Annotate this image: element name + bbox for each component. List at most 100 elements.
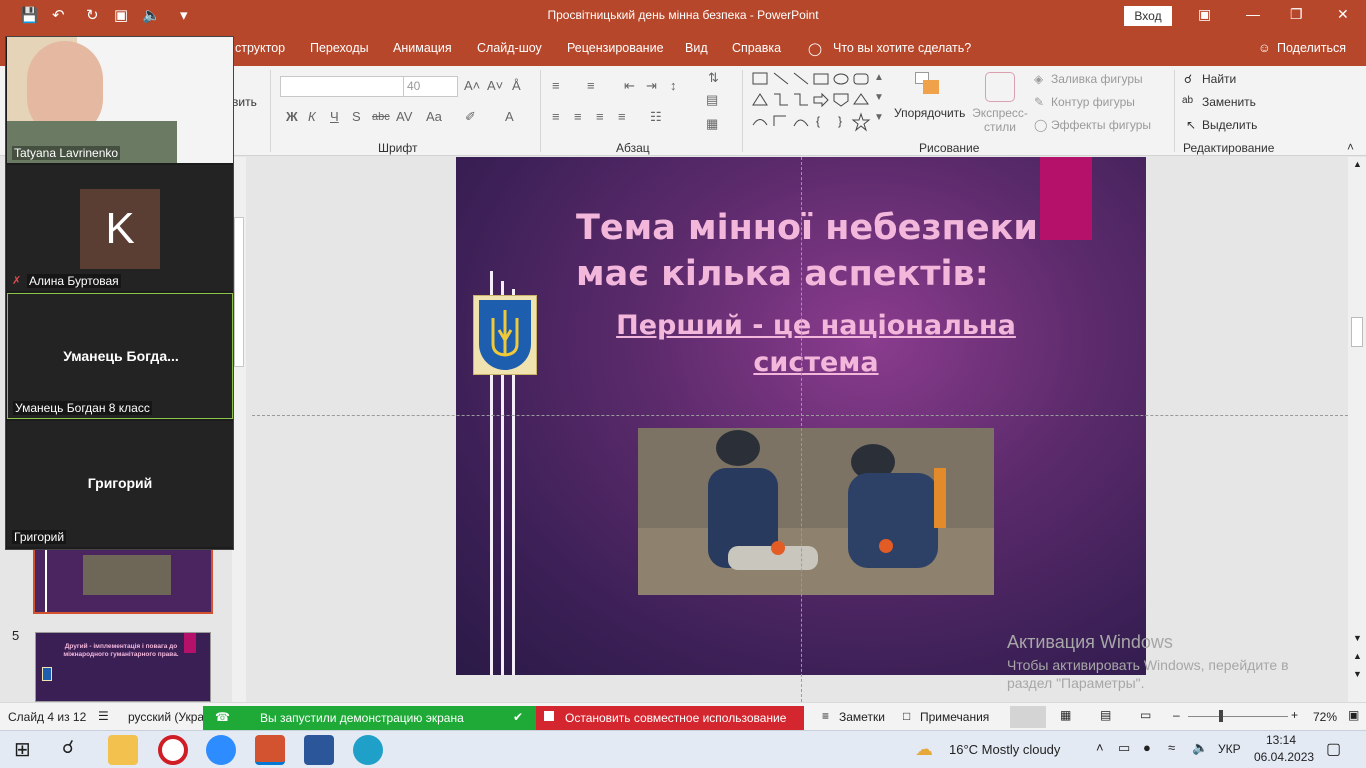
italic-icon[interactable]: К bbox=[308, 109, 316, 124]
tab-transitions[interactable]: Переходы bbox=[310, 41, 369, 55]
zoom-app-icon[interactable] bbox=[206, 735, 236, 765]
zoom-slider[interactable] bbox=[1188, 716, 1288, 717]
participant-tile-active[interactable]: Уманець Богда... Уманець Богдан 8 класс bbox=[7, 293, 233, 419]
slide-counter[interactable]: Слайд 4 из 12 bbox=[8, 710, 86, 724]
minimize-button[interactable]: — bbox=[1246, 6, 1260, 22]
shape-fill-button[interactable]: Заливка фигуры bbox=[1051, 72, 1143, 86]
bullets-icon[interactable]: ≡ bbox=[552, 78, 560, 93]
grow-font-icon[interactable]: A˄ bbox=[464, 78, 480, 93]
align-left-icon[interactable]: ≡ bbox=[552, 109, 560, 124]
arrange-button[interactable]: Упорядочить bbox=[894, 106, 965, 120]
normal-view-button[interactable] bbox=[1010, 706, 1046, 728]
explorer-app-icon[interactable] bbox=[108, 735, 138, 765]
strike-icon[interactable]: abc bbox=[372, 111, 390, 123]
line-spacing-icon[interactable]: ↕ bbox=[670, 78, 677, 93]
close-button[interactable]: ✕ bbox=[1337, 6, 1349, 23]
word-app-icon[interactable] bbox=[304, 735, 334, 765]
vertical-guide[interactable] bbox=[801, 157, 802, 702]
ribbon-display-icon[interactable]: ▣ bbox=[1198, 6, 1211, 23]
tab-slideshow[interactable]: Слайд-шоу bbox=[477, 41, 542, 55]
scroll-thumb[interactable] bbox=[1351, 317, 1363, 347]
windows-start-icon[interactable]: ⊞ bbox=[14, 737, 31, 762]
editor-scrollbar[interactable]: ▲ ▼ ▲ ▼ bbox=[1348, 157, 1366, 702]
share-button[interactable]: Поделиться bbox=[1277, 41, 1346, 55]
shapes-gallery[interactable]: { } bbox=[750, 70, 890, 132]
battery-icon[interactable]: ▭ bbox=[1118, 740, 1130, 756]
clock-date[interactable]: 06.04.2023 bbox=[1254, 750, 1314, 764]
shape-effects-button[interactable]: Эффекты фигуры bbox=[1051, 118, 1151, 132]
slide-4-thumbnail[interactable] bbox=[33, 547, 213, 614]
decrease-indent-icon[interactable]: ⇤ bbox=[624, 78, 635, 94]
input-language[interactable]: УКР bbox=[1218, 742, 1241, 756]
collapse-ribbon-icon[interactable]: ˄ bbox=[1347, 140, 1354, 154]
case-icon[interactable]: Aa bbox=[426, 109, 442, 124]
clear-format-icon[interactable]: Å bbox=[512, 78, 521, 93]
participant-tile[interactable]: Tatyana Lavrinenko bbox=[7, 37, 233, 163]
align-right-icon[interactable]: ≡ bbox=[596, 109, 604, 124]
shadow-icon[interactable]: S bbox=[352, 109, 361, 124]
smartart-icon[interactable]: ▦ bbox=[706, 116, 718, 132]
gallery-down-icon[interactable]: ▼ bbox=[874, 92, 884, 103]
prev-slide-icon[interactable]: ▲ bbox=[1353, 651, 1362, 661]
underline-icon[interactable]: Ч bbox=[330, 109, 339, 124]
thumb-scroll-thumb[interactable] bbox=[234, 217, 244, 367]
shape-outline-button[interactable]: Контур фигуры bbox=[1051, 95, 1135, 109]
scroll-up-icon[interactable]: ▲ bbox=[1353, 159, 1362, 169]
notes-button[interactable]: Заметки bbox=[839, 710, 885, 724]
edge-app-icon[interactable] bbox=[353, 735, 383, 765]
tab-review[interactable]: Рецензирование bbox=[567, 41, 664, 55]
sappers-photo[interactable] bbox=[638, 428, 994, 595]
opera-app-icon[interactable] bbox=[158, 735, 188, 765]
tab-animation[interactable]: Анимация bbox=[393, 41, 452, 55]
slide-5-thumbnail[interactable]: Другий - імплементація і повага до міжна… bbox=[35, 632, 211, 702]
wifi-icon[interactable]: ≈ bbox=[1168, 740, 1175, 755]
highlight-icon[interactable]: ✐ bbox=[465, 109, 476, 125]
maximize-button[interactable]: ❐ bbox=[1290, 6, 1303, 23]
scroll-down-icon[interactable]: ▼ bbox=[1353, 633, 1362, 643]
select-button[interactable]: Выделить bbox=[1202, 118, 1257, 132]
bold-icon[interactable]: Ж bbox=[286, 109, 298, 124]
replace-button[interactable]: Заменить bbox=[1202, 95, 1256, 109]
quick-styles-button[interactable]: Экспресс- стили bbox=[970, 106, 1030, 134]
numbering-icon[interactable]: ≡ bbox=[587, 78, 595, 93]
justify-icon[interactable]: ≡ bbox=[618, 109, 626, 124]
tray-chevron-icon[interactable]: ˄ bbox=[1096, 740, 1104, 755]
find-button[interactable]: Найти bbox=[1202, 72, 1236, 86]
gallery-up-icon[interactable]: ▲ bbox=[874, 72, 884, 83]
volume-icon[interactable]: 🔈 bbox=[1192, 740, 1208, 756]
shrink-font-icon[interactable]: A˅ bbox=[487, 78, 503, 93]
tell-me-search[interactable]: Что вы хотите сделать? bbox=[833, 41, 971, 55]
clock-time[interactable]: 13:14 bbox=[1266, 733, 1296, 747]
search-icon[interactable]: ☌ bbox=[62, 737, 74, 758]
reading-view-icon[interactable]: ▤ bbox=[1100, 708, 1111, 722]
tab-help[interactable]: Справка bbox=[732, 41, 781, 55]
stop-share-button[interactable]: Остановить совместное использование bbox=[536, 706, 804, 730]
zoom-video-panel[interactable]: Tatyana Lavrinenko K ✗ Алина Буртовая Ум… bbox=[5, 36, 234, 550]
font-color-icon[interactable]: A bbox=[505, 109, 514, 124]
align-center-icon[interactable]: ≡ bbox=[574, 109, 582, 124]
slideshow-view-icon[interactable]: ▭ bbox=[1140, 708, 1151, 722]
powerpoint-app-icon[interactable] bbox=[255, 735, 285, 765]
participant-tile[interactable]: Григорий Григорий bbox=[7, 421, 233, 547]
slide-sorter-icon[interactable]: ▦ bbox=[1060, 708, 1071, 722]
zoom-out-icon[interactable]: – bbox=[1173, 708, 1180, 722]
fit-slide-icon[interactable]: ▣ bbox=[1348, 708, 1359, 722]
language-indicator[interactable]: русский (Укра bbox=[128, 710, 204, 724]
slide-title[interactable]: Тема мінної небезпеки має кілька аспекті… bbox=[576, 205, 1076, 297]
proofing-icon[interactable]: ☰ bbox=[98, 709, 109, 723]
notifications-icon[interactable]: ▢ bbox=[1326, 739, 1341, 759]
participant-tile[interactable]: K ✗ Алина Буртовая bbox=[7, 165, 233, 291]
zoom-slider-thumb[interactable] bbox=[1219, 710, 1223, 722]
increase-indent-icon[interactable]: ⇥ bbox=[646, 78, 657, 94]
microphone-icon[interactable]: ● bbox=[1143, 740, 1151, 755]
text-direction-icon[interactable]: ⇅ bbox=[708, 70, 719, 86]
next-slide-icon[interactable]: ▼ bbox=[1353, 669, 1362, 679]
zoom-in-icon[interactable]: + bbox=[1291, 708, 1298, 722]
gallery-more-icon[interactable]: ▼ bbox=[874, 112, 884, 123]
font-family-combo[interactable] bbox=[280, 76, 404, 97]
zoom-level[interactable]: 72% bbox=[1313, 710, 1337, 724]
spacing-icon[interactable]: AV bbox=[396, 109, 412, 124]
weather-text[interactable]: 16°C Mostly cloudy bbox=[949, 742, 1060, 757]
tab-design[interactable]: структор bbox=[235, 41, 285, 55]
signin-button[interactable]: Вход bbox=[1124, 6, 1172, 26]
